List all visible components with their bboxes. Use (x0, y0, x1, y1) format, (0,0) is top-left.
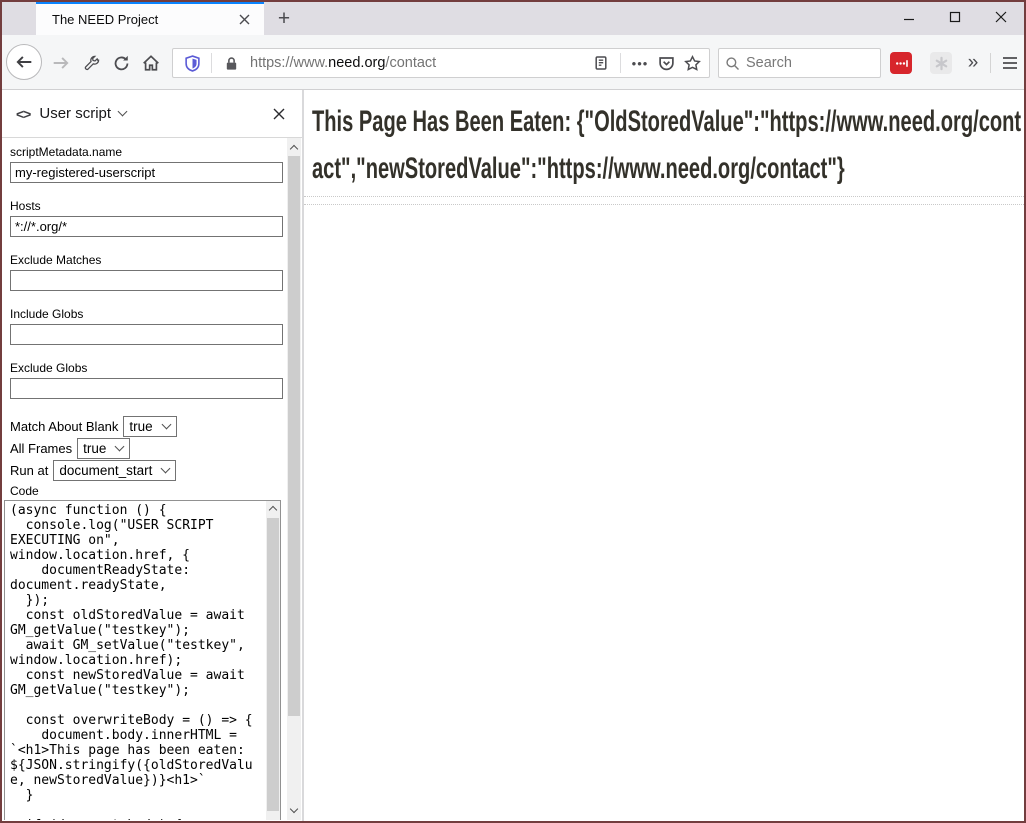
exclude-matches-input[interactable] (10, 270, 283, 291)
tab-bar: The NEED Project + (2, 2, 1024, 35)
bookmark-star-icon[interactable] (679, 51, 705, 75)
tab-the-need-project[interactable]: The NEED Project (36, 2, 264, 35)
extension-password-manager-icon[interactable] (890, 52, 912, 74)
wrench-icon[interactable] (78, 50, 104, 76)
chevron-down-icon (161, 463, 171, 473)
chevron-down-icon (115, 441, 125, 451)
field-label-exclude-matches: Exclude Matches (10, 253, 284, 267)
home-button[interactable] (138, 50, 164, 76)
search-icon (725, 56, 740, 71)
url-host: need.org (328, 55, 385, 71)
forward-button[interactable] (48, 50, 74, 76)
tab-close-icon[interactable] (234, 10, 254, 30)
url-divider (211, 53, 212, 73)
back-button[interactable] (6, 44, 42, 80)
sidebar-scrollbar[interactable] (287, 138, 301, 820)
page-actions-icon[interactable]: ••• (627, 51, 653, 75)
pocket-icon[interactable] (653, 51, 679, 75)
new-tab-button[interactable]: + (268, 5, 300, 33)
all-frames-label: All Frames (10, 441, 72, 456)
page-heading: This Page Has Been Eaten: {"OldStoredVal… (312, 98, 1024, 192)
reload-button[interactable] (108, 50, 134, 76)
code-textarea[interactable]: (async function () { console.log("USER S… (4, 500, 281, 820)
close-window-button[interactable] (978, 2, 1024, 32)
sidebar-scrollbar-thumb[interactable] (288, 156, 300, 716)
match-about-blank-select[interactable]: true (123, 416, 176, 437)
exclude-globs-input[interactable] (10, 378, 283, 399)
user-script-sidebar: <> User script scriptMetadata.name Hosts… (2, 90, 302, 821)
code-editor-wrapper: (async function () { console.log("USER S… (4, 500, 281, 820)
extension-disabled-icon[interactable] (930, 52, 952, 74)
scroll-up-icon[interactable] (287, 140, 301, 155)
lock-icon[interactable] (218, 51, 244, 75)
tab-title: The NEED Project (52, 12, 234, 27)
dotted-divider (304, 204, 1024, 205)
reader-mode-icon[interactable] (588, 51, 614, 75)
toolbar-divider (990, 53, 991, 73)
url-path: /contact (385, 55, 436, 71)
search-input[interactable] (746, 55, 874, 71)
run-at-label: Run at (10, 463, 48, 478)
match-about-blank-label: Match About Blank (10, 419, 118, 434)
sidebar-body: scriptMetadata.name Hosts Exclude Matche… (2, 138, 302, 820)
maximize-button[interactable] (932, 2, 978, 32)
sidebar-title: User script (39, 105, 111, 122)
hamburger-menu-button[interactable] (998, 50, 1022, 76)
overflow-menu-button[interactable]: » (960, 48, 984, 78)
run-at-select[interactable]: document_start (53, 460, 176, 481)
content-area: <> User script scriptMetadata.name Hosts… (2, 90, 1024, 821)
dotted-divider (304, 196, 1024, 197)
field-label-exclude-globs: Exclude Globs (10, 361, 284, 375)
hosts-input[interactable] (10, 216, 283, 237)
script-name-input[interactable] (10, 162, 283, 183)
sidebar-dropdown-chevron-icon[interactable] (118, 107, 128, 117)
navigation-toolbar: https://www.need.org/contact ••• (2, 35, 1024, 90)
code-scrollbar[interactable] (266, 501, 280, 820)
tracking-protection-shield-icon[interactable] (179, 51, 205, 75)
plus-icon: + (278, 7, 290, 31)
url-bar[interactable]: https://www.need.org/contact ••• (172, 48, 710, 78)
field-label-include-globs: Include Globs (10, 307, 284, 321)
url-divider-2 (620, 53, 621, 73)
code-scrollbar-thumb[interactable] (267, 518, 279, 811)
url-text: https://www.need.org/contact (250, 55, 588, 71)
url-scheme: https://www. (250, 55, 328, 71)
field-label-hosts: Hosts (10, 199, 284, 213)
user-script-form: scriptMetadata.name Hosts Exclude Matche… (10, 145, 284, 820)
sidebar-header: <> User script (2, 90, 302, 138)
sidebar-close-icon[interactable] (268, 103, 290, 125)
include-globs-input[interactable] (10, 324, 283, 345)
all-frames-select[interactable]: true (77, 438, 130, 459)
double-chevron-icon: » (968, 52, 977, 74)
window-controls (886, 2, 1024, 32)
page-content: This Page Has Been Eaten: {"OldStoredVal… (304, 90, 1024, 821)
browser-window: The NEED Project + (0, 0, 1026, 823)
minimize-button[interactable] (886, 2, 932, 32)
scroll-up-icon[interactable] (266, 501, 280, 516)
field-label-script-name: scriptMetadata.name (10, 145, 284, 159)
chevron-down-icon (161, 419, 171, 429)
code-label: Code (10, 484, 284, 498)
code-icon: <> (16, 106, 30, 122)
scroll-down-icon[interactable] (287, 803, 301, 818)
search-bar[interactable] (718, 48, 881, 78)
